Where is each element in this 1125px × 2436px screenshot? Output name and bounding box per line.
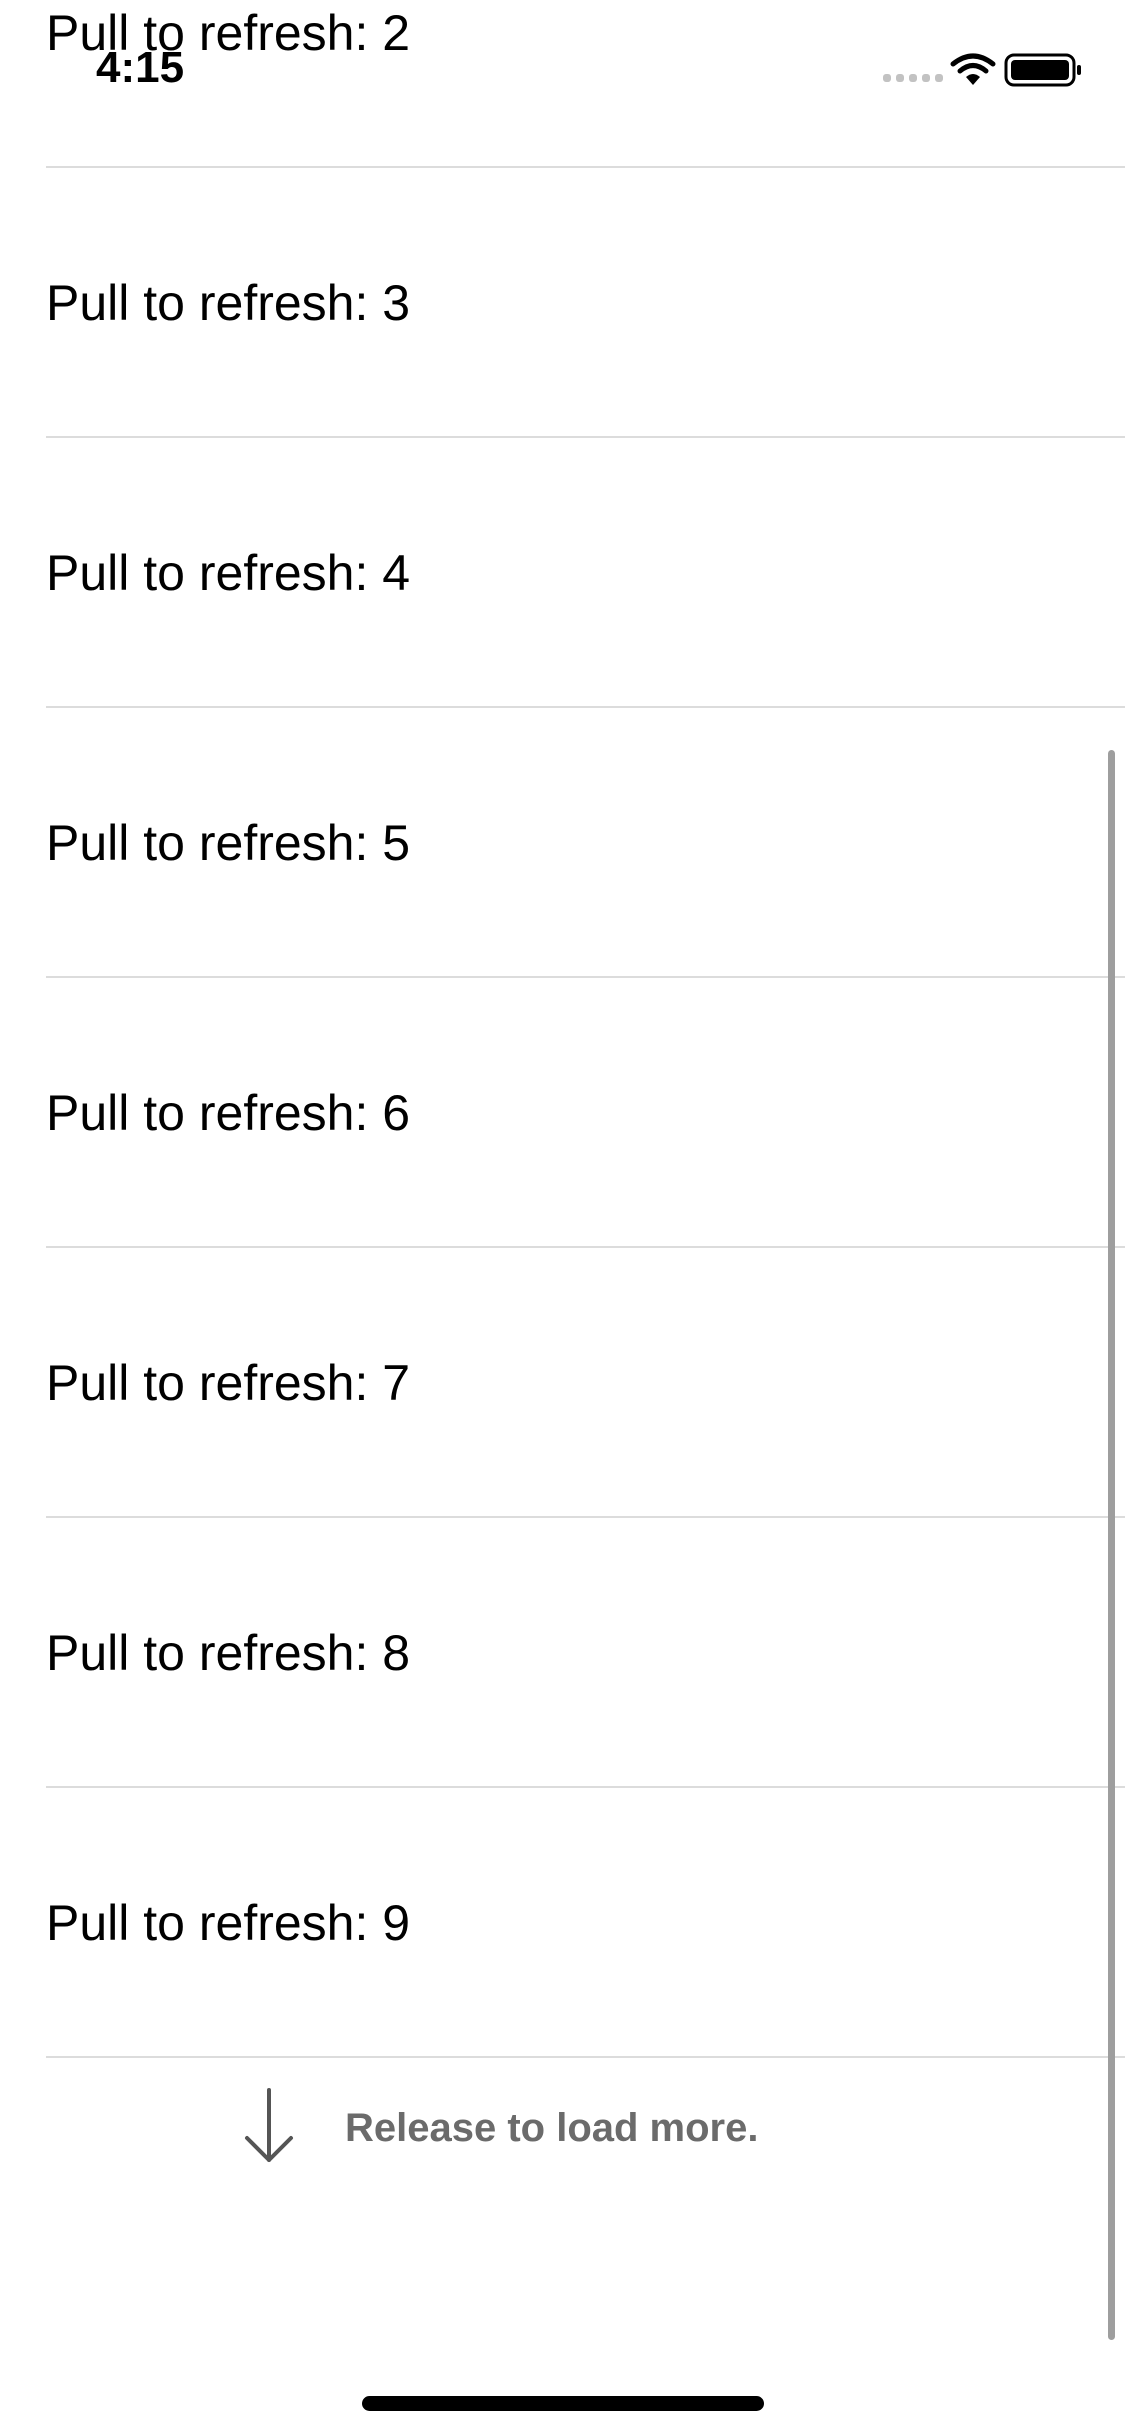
- list-item[interactable]: Pull to refresh: 6: [0, 976, 1125, 1246]
- status-icons: [883, 53, 1081, 87]
- list-item-label: Pull to refresh: 5: [46, 815, 411, 871]
- table-view[interactable]: Pull to refresh: 2 Pull to refresh: 3 Pu…: [0, 0, 1125, 2436]
- list-item[interactable]: Pull to refresh: 5: [0, 706, 1125, 976]
- list-item-label: Pull to refresh: 8: [46, 1625, 411, 1681]
- list-item-label: Pull to refresh: 9: [46, 1895, 411, 1951]
- list-item[interactable]: Pull to refresh: 8: [0, 1516, 1125, 1786]
- load-more-label: Release to load more.: [345, 2106, 759, 2150]
- status-time: 4:15: [96, 43, 185, 92]
- list-item-label: Pull to refresh: 4: [46, 545, 411, 601]
- list-item[interactable]: Pull to refresh: 9: [0, 1786, 1125, 2056]
- vertical-scrollbar[interactable]: [1108, 750, 1115, 2340]
- list-item-label: Pull to refresh: 3: [46, 275, 411, 331]
- list-item[interactable]: Pull to refresh: 7: [0, 1246, 1125, 1516]
- home-indicator[interactable]: [362, 2396, 764, 2411]
- status-bar: 4:15: [0, 0, 1125, 132]
- row-separator: [46, 2056, 1125, 2058]
- list-item-label: Pull to refresh: 7: [46, 1355, 411, 1411]
- list-item[interactable]: Pull to refresh: 3: [0, 166, 1125, 436]
- load-more-footer: Release to load more.: [0, 2062, 1125, 2192]
- battery-icon: [1004, 53, 1081, 87]
- list-item[interactable]: Pull to refresh: 4: [0, 436, 1125, 706]
- signal-dots-icon: [883, 74, 943, 82]
- list-item-label: Pull to refresh: 6: [46, 1085, 411, 1141]
- wifi-icon: [950, 53, 996, 85]
- arrow-down-icon: [245, 2088, 293, 2162]
